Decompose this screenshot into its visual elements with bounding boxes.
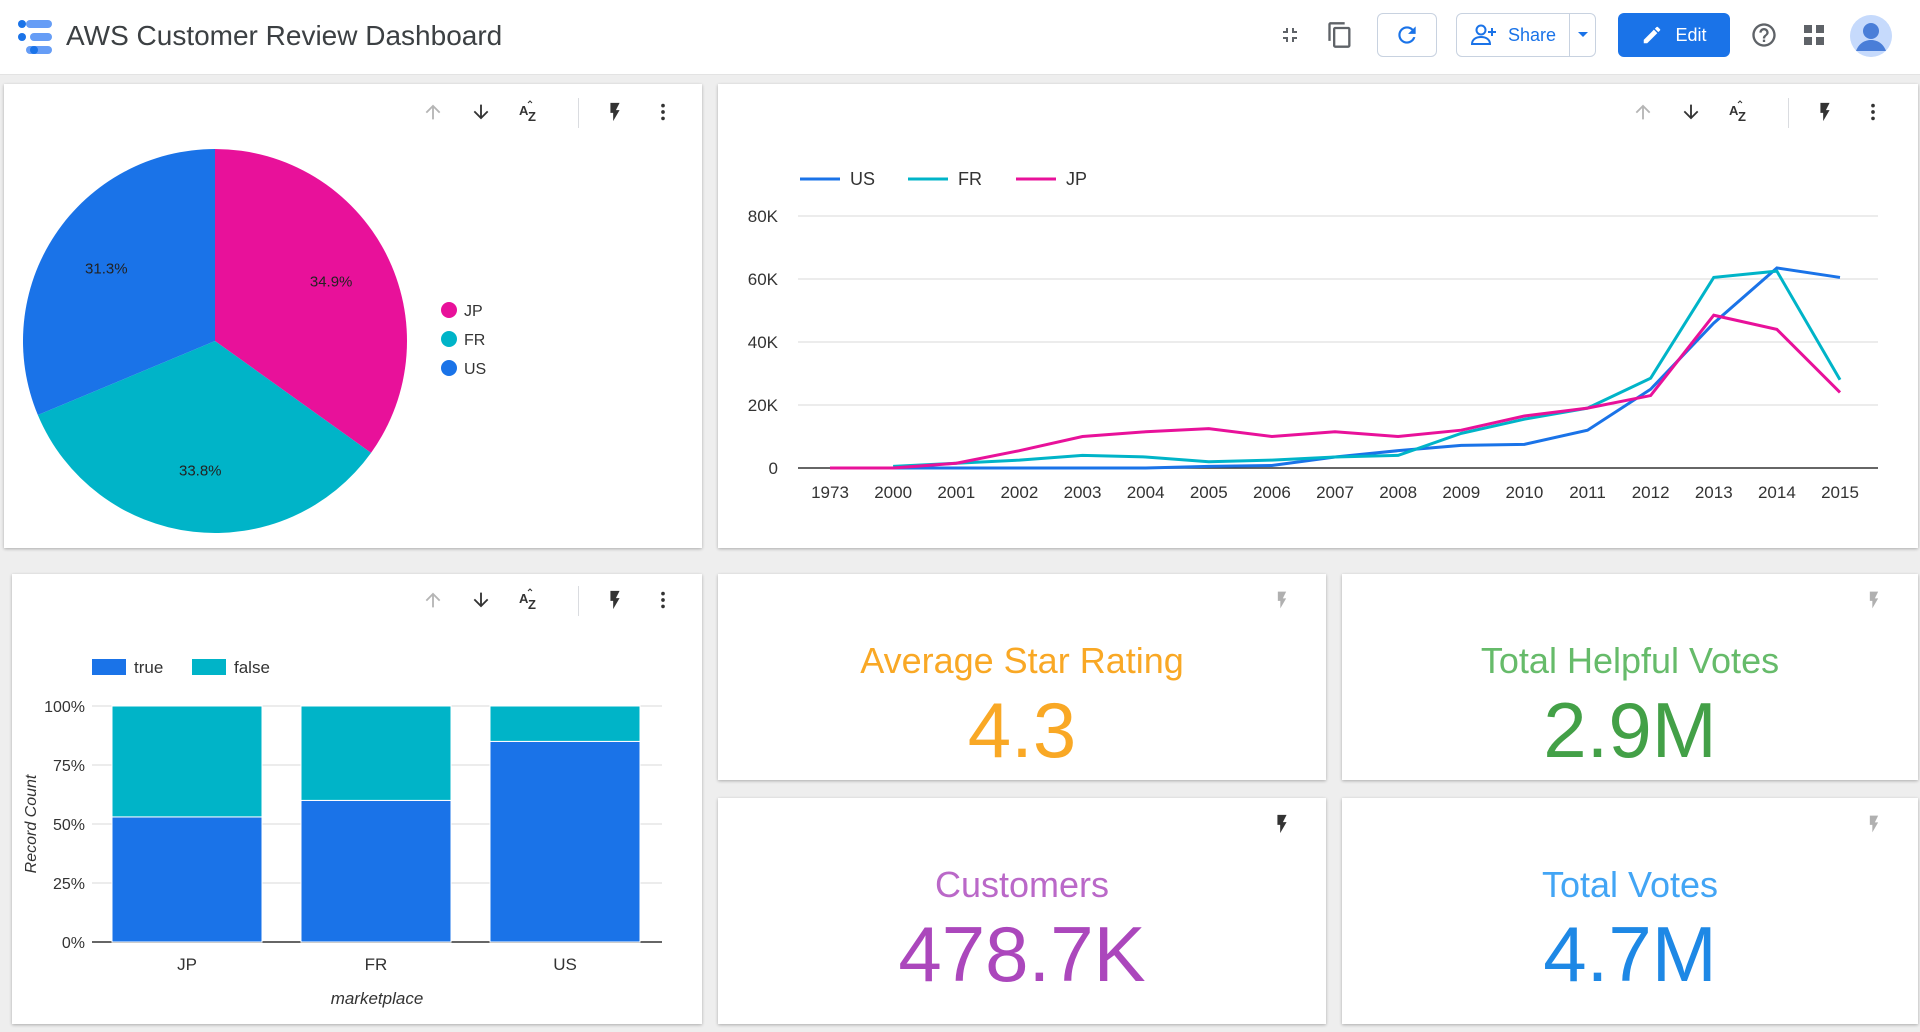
x-tick-label: 2008: [1379, 483, 1417, 502]
pie-chart: 34.9% 33.8% 31.3% JP FR US: [22, 149, 486, 534]
y-tick-label: 0: [769, 459, 778, 478]
dropdown-icon: [1578, 32, 1588, 37]
legend-label: US: [464, 361, 486, 378]
y-tick-label: 80K: [748, 207, 779, 226]
add-person-icon: [1470, 24, 1496, 45]
copy-icon[interactable]: [1322, 17, 1358, 53]
legend-label: JP: [464, 303, 483, 320]
scorecard-total-helpful-votes: Total Helpful Votes 2.9M: [1342, 574, 1918, 780]
series-line-fr: [893, 269, 1842, 468]
x-tick-label: 2005: [1190, 483, 1228, 502]
y-axis-title: Record Count: [23, 774, 40, 873]
legend-swatch: [92, 659, 126, 675]
refresh-button[interactable]: [1377, 13, 1437, 57]
legend-swatch: [441, 360, 457, 376]
x-tick-label: 2004: [1127, 483, 1165, 502]
apps-grid-icon[interactable]: [1796, 17, 1832, 53]
series-line-us: [893, 266, 1841, 470]
pie-slice-label: 34.9%: [310, 273, 353, 290]
stacked-bar-chart: 0% 25% 50% 75% 100% JP FR US marketplace Record C…: [23, 658, 662, 1008]
bar-segment-false: [300, 705, 452, 801]
page-title: AWS Customer Review Dashboard: [66, 20, 503, 51]
y-tick-label: 50%: [53, 817, 85, 834]
scorecard-average-star-rating: Average Star Rating 4.3: [718, 574, 1326, 780]
help-icon[interactable]: [1746, 17, 1782, 53]
x-tick-label: 2001: [937, 483, 975, 502]
x-tick-label: 2007: [1316, 483, 1354, 502]
legend-label: US: [850, 169, 875, 189]
pie-slice-label: 33.8%: [179, 463, 222, 480]
bar-segment-false: [111, 705, 263, 818]
legend-swatch: [441, 302, 457, 318]
y-tick-label: 0%: [62, 935, 85, 952]
x-axis-title: marketplace: [331, 989, 424, 1008]
legend-swatch: [192, 659, 226, 675]
bolt-icon[interactable]: [1860, 810, 1888, 838]
bolt-icon[interactable]: [1860, 586, 1888, 614]
legend-label: true: [134, 658, 163, 677]
y-tick-label: 25%: [53, 876, 85, 893]
x-tick-label: FR: [365, 955, 388, 974]
scorecard-label: Customers: [934, 864, 1110, 905]
pie-slice-label: 31.3%: [85, 261, 128, 278]
scorecard-customers: Customers 478.7K: [718, 798, 1326, 1024]
scorecard-value: 4.3: [967, 686, 1077, 774]
y-tick-label: 20K: [748, 396, 779, 415]
fullscreen-exit-icon[interactable]: [1272, 17, 1308, 53]
line-chart-card: AZ 0 20K 40K 60K 80K 1973 2000 2001 2002 2003 2004…: [718, 84, 1918, 548]
x-tick-label: 2003: [1064, 483, 1102, 502]
bar-segment-true: [489, 740, 641, 943]
legend-label: FR: [464, 332, 485, 349]
legend-label: false: [234, 658, 270, 677]
legend-label: FR: [958, 169, 982, 189]
edit-button[interactable]: Edit: [1618, 13, 1730, 57]
data-studio-logo: [18, 20, 52, 54]
bar-chart-card: AZ 0% 25% 50% 75% 100% JP FR US marketplace Recor…: [12, 574, 702, 1024]
x-tick-label: 2011: [1569, 483, 1606, 502]
bolt-icon[interactable]: [1268, 810, 1296, 838]
x-tick-label: 1973: [811, 483, 849, 502]
x-tick-label: 2012: [1632, 483, 1670, 502]
x-tick-label: JP: [177, 955, 197, 974]
legend-swatch: [441, 331, 457, 347]
y-tick-label: 40K: [748, 333, 779, 352]
scorecard-value: 4.7M: [1543, 910, 1717, 998]
top-bar: AWS Customer Review Dashboard Share Edit: [0, 0, 1920, 75]
bar-segment-true: [111, 816, 263, 943]
share-button[interactable]: Share: [1456, 13, 1596, 57]
x-tick-label: 2009: [1442, 483, 1480, 502]
scorecard-value: 2.9M: [1543, 686, 1717, 774]
scorecard-label: Average Star Rating: [860, 640, 1184, 681]
line-chart: 0 20K 40K 60K 80K 1973 2000 2001 2002 2003 2004 200…: [748, 169, 1878, 502]
x-tick-label: 2014: [1758, 483, 1796, 502]
share-dropdown[interactable]: [1569, 14, 1596, 56]
scorecard-label: Total Votes: [1541, 864, 1719, 905]
share-label: Share: [1507, 24, 1557, 45]
scorecard-value: 478.7K: [898, 910, 1146, 998]
account-avatar-icon[interactable]: [1850, 15, 1892, 57]
x-tick-label: 2010: [1505, 483, 1543, 502]
pencil-icon: [1644, 26, 1661, 44]
x-tick-label: 2015: [1821, 483, 1859, 502]
y-tick-label: 100%: [44, 699, 85, 716]
pie-chart-card: AZ 34.9% 33.8% 31.3% JP FR US: [4, 84, 702, 548]
x-tick-label: 2000: [874, 483, 912, 502]
scorecard-label: Total Helpful Votes: [1480, 640, 1780, 681]
y-tick-label: 60K: [748, 270, 779, 289]
bolt-icon[interactable]: [1268, 586, 1296, 614]
scorecard-total-votes: Total Votes 4.7M: [1342, 798, 1918, 1024]
bar-segment-true: [300, 799, 452, 943]
x-tick-label: 2013: [1695, 483, 1733, 502]
series-line-jp: [830, 313, 1842, 470]
x-tick-label: 2006: [1253, 483, 1291, 502]
refresh-icon: [1398, 26, 1416, 44]
edit-label: Edit: [1675, 24, 1707, 45]
y-tick-label: 75%: [53, 758, 85, 775]
x-tick-label: US: [553, 955, 577, 974]
bar-segment-false: [489, 705, 641, 742]
legend-label: JP: [1066, 169, 1087, 189]
x-tick-label: 2002: [1000, 483, 1038, 502]
